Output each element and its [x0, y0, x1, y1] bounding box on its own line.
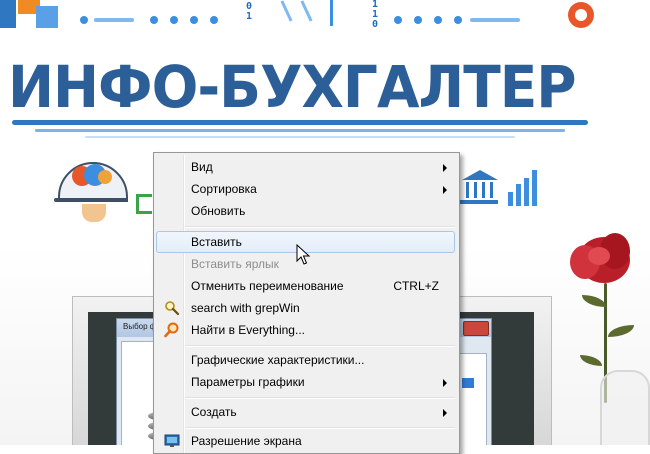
menu-item-label: Параметры графики — [191, 375, 305, 389]
menu-item-label: Графические характеристики... — [191, 353, 365, 367]
submenu-arrow-icon — [443, 379, 447, 387]
menu-separator — [185, 226, 455, 228]
top-left-squares-graphic — [0, 0, 60, 32]
screen-resolution-icon — [164, 433, 180, 449]
menu-separator — [185, 397, 455, 399]
everything-search-icon — [164, 322, 180, 338]
bar-chart-icon — [508, 166, 544, 206]
menu-item-new[interactable]: Создать — [156, 401, 455, 423]
mouse-cursor-icon — [296, 243, 312, 266]
brand-underline-tertiary — [85, 136, 515, 138]
menu-item-label: search with grepWin — [191, 301, 300, 315]
menu-item-shortcut: CTRL+Z — [393, 279, 439, 293]
menu-item-grepwin[interactable]: search with grepWin — [156, 297, 455, 319]
binary-digits-left: 0 1 — [246, 1, 253, 22]
menu-item-label: Вставить ярлык — [191, 257, 279, 271]
menu-item-label: Найти в Everything... — [191, 323, 305, 337]
menu-item-label: Создать — [191, 405, 237, 419]
menu-item-undo-rename[interactable]: Отменить переименование CTRL+Z — [156, 275, 455, 297]
menu-item-label: Разрешение экрана — [191, 434, 302, 448]
menu-item-screen-resolution[interactable]: Разрешение экрана — [156, 430, 455, 452]
brand-title: ИНФО-БУХГАЛТЕР — [8, 53, 577, 121]
binary-digits-right: 1 1 0 — [372, 0, 379, 30]
menu-item-label: Обновить — [191, 204, 246, 218]
submenu-arrow-icon — [443, 164, 447, 172]
menu-item-graphics-properties[interactable]: Графические характеристики... — [156, 349, 455, 371]
bank-icon — [460, 170, 500, 206]
menu-item-everything[interactable]: Найти в Everything... — [156, 319, 455, 341]
selection-bar — [462, 378, 474, 388]
house-icon — [136, 186, 154, 218]
submenu-arrow-icon — [443, 409, 447, 417]
menu-item-sort[interactable]: Сортировка — [156, 178, 455, 200]
menu-item-refresh[interactable]: Обновить — [156, 200, 455, 222]
dialog-side-panel — [457, 353, 487, 445]
submenu-arrow-icon — [443, 186, 447, 194]
gear-icon — [564, 0, 600, 32]
vase-graphic — [600, 370, 650, 445]
brand-underline-secondary — [35, 129, 565, 132]
menu-separator — [185, 345, 455, 347]
menu-item-label: Сортировка — [191, 182, 257, 196]
menu-item-label: Отменить переименование — [191, 279, 344, 293]
menu-item-graphics-options[interactable]: Параметры графики — [156, 371, 455, 393]
circuit-graphic — [275, 0, 355, 30]
brand-underline — [12, 120, 588, 125]
menu-separator — [185, 427, 455, 429]
close-icon — [463, 321, 489, 336]
dialog-title: Выбор ф — [123, 322, 157, 331]
menu-item-label: Вид — [191, 160, 213, 174]
serving-dish-icon — [54, 154, 130, 226]
desktop-context-menu: Вид Сортировка Обновить Вставить Вставит… — [153, 152, 460, 454]
menu-item-label: Вставить — [191, 235, 242, 249]
magnifier-icon — [164, 300, 180, 316]
menu-item-view[interactable]: Вид — [156, 156, 455, 178]
